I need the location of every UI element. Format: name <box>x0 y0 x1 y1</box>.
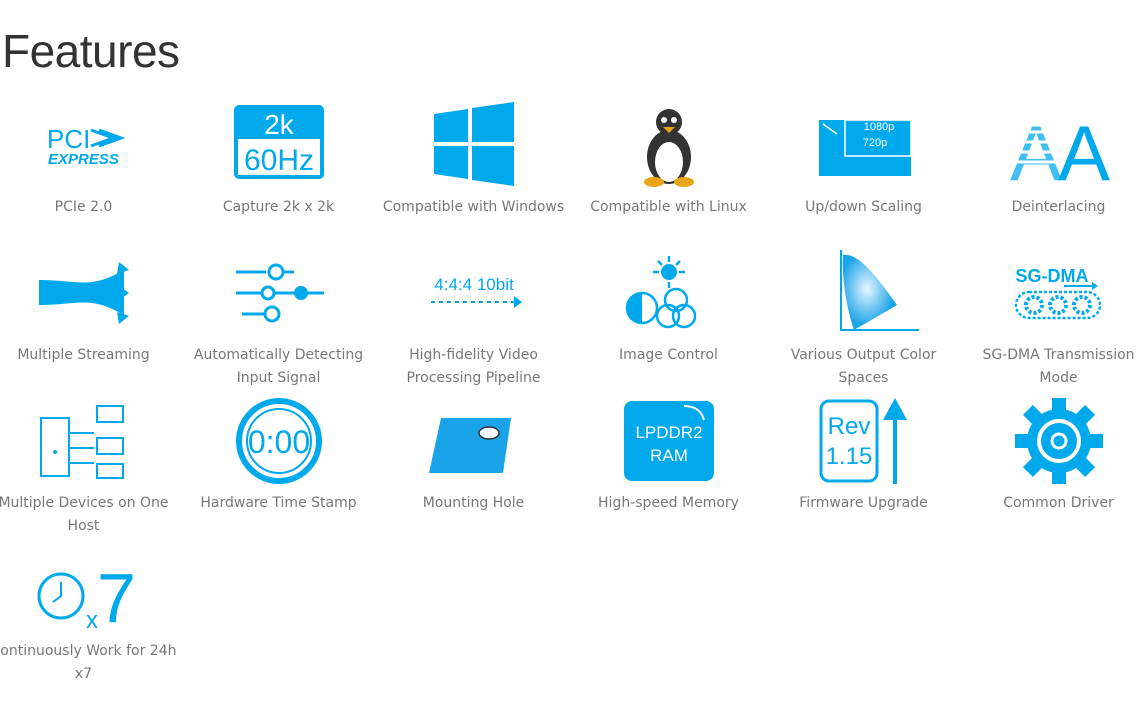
sg-dma-icon: SG-DMA <box>1014 266 1101 320</box>
feature-gear: Common Driver <box>961 398 1142 515</box>
feature-label: PCIe 2.0 <box>54 199 113 215</box>
feature-linux-penguin: Compatible with Linux <box>571 102 766 219</box>
feature-label: Capture 2k x 2k <box>222 199 335 215</box>
feature-mounting-hole: Mounting Hole <box>376 398 571 515</box>
svg-text:60Hz: 60Hz <box>243 144 313 177</box>
gear-icon <box>1014 398 1103 484</box>
feature-sg-dma: SG-DMA SG-DMA Transmission Mode <box>961 250 1142 390</box>
feature-label: SG-DMA Transmission Mode <box>982 347 1135 386</box>
windows-logo-icon <box>433 102 514 186</box>
feature-label: Deinterlacing <box>1011 199 1106 215</box>
multi-device-icon <box>39 405 124 479</box>
pci-express-logo-icon: PCIEXPRESS <box>47 124 125 168</box>
svg-text:A: A <box>1057 109 1109 188</box>
feature-label: Mounting Hole <box>422 495 525 511</box>
feature-firmware-upgrade: Rev 1.15 Firmware Upgrade <box>766 398 961 515</box>
feature-streaming-arrows: Multiple Streaming <box>0 250 181 367</box>
feature-label: Various Output Color Spaces <box>790 347 937 386</box>
clock-24x7-icon: x7 <box>37 559 136 632</box>
feature-multi-device: Multiple Devices on One Host <box>0 398 181 538</box>
feature-label: Common Driver <box>1003 495 1114 511</box>
feature-image-control: Image Control <box>571 250 766 367</box>
feature-deinterlacing: A A Deinterlacing <box>961 102 1142 219</box>
svg-text:Rev: Rev <box>827 413 870 440</box>
feature-scaling: 1080p 720p Up/down Scaling <box>766 102 961 219</box>
feature-label: Firmware Upgrade <box>799 495 928 511</box>
feature-pci-express-logo: PCI EXPRESS PCIe 2.0 <box>0 102 181 219</box>
memory-icon: LPDDR2 RAM <box>623 401 714 481</box>
feature-label: Compatible with Windows <box>382 199 565 215</box>
timestamp-icon: 0:00 <box>235 398 322 484</box>
color-gamut-icon <box>839 250 919 331</box>
svg-text:PCI: PCI <box>47 124 90 154</box>
scaling-icon: 1080p 720p <box>818 119 912 176</box>
streaming-arrows-icon <box>38 262 129 324</box>
svg-text:1080p: 1080p <box>863 121 894 133</box>
svg-text:2k: 2k <box>264 109 295 140</box>
feature-label: High-speed Memory <box>598 495 739 511</box>
svg-text:720p: 720p <box>862 137 886 149</box>
resolution-badge-icon: 2k 60Hz <box>233 105 324 179</box>
feature-label: Automatically Detecting Input Signal <box>193 347 364 386</box>
feature-memory: LPDDR2 RAM High-speed Memory <box>571 398 766 515</box>
feature-color-gamut: Various Output Color Spaces <box>766 250 961 390</box>
svg-text:7: 7 <box>97 559 136 632</box>
svg-text:4:4:4 10bit: 4:4:4 10bit <box>434 275 514 294</box>
feature-pipeline: 4:4:4 10bit High-fidelity Video Processin… <box>376 250 571 390</box>
mounting-hole-icon <box>428 418 511 473</box>
svg-text:RAM: RAM <box>650 446 688 465</box>
feature-timestamp: 0:00 Hardware Time Stamp <box>181 398 376 515</box>
feature-label: Image Control <box>619 347 718 363</box>
feature-windows-logo: Compatible with Windows <box>376 102 571 219</box>
feature-clock-24x7: x 7 Continuously Work for 24h x7 <box>0 546 181 686</box>
feature-label: Hardware Time Stamp <box>200 495 357 511</box>
page-title: Features <box>2 25 180 77</box>
feature-signal-detect: Automatically Detecting Input Signal <box>181 250 376 390</box>
deinterlacing-icon: AA <box>1008 109 1110 188</box>
svg-text:A: A <box>1009 109 1061 188</box>
linux-penguin-icon <box>643 109 694 187</box>
image-control-icon <box>625 256 696 329</box>
firmware-upgrade-icon: Rev 1.15 <box>819 398 907 484</box>
svg-text:EXPRESS: EXPRESS <box>48 151 119 168</box>
svg-text:SG-DMA: SG-DMA <box>1015 266 1088 286</box>
feature-label: Up/down Scaling <box>805 199 922 215</box>
svg-text:LPDDR2: LPDDR2 <box>635 423 702 442</box>
feature-label: Continuously Work for 24h x7 <box>0 643 177 682</box>
feature-label: Compatible with Linux <box>590 199 747 215</box>
svg-text:1.15: 1.15 <box>825 443 872 470</box>
signal-detect-icon <box>235 263 324 323</box>
pipeline-icon: 4:4:4 10bit <box>430 275 522 308</box>
feature-label: Multiple Streaming <box>17 347 150 363</box>
feature-label: High-fidelity Video Processing Pipeline <box>406 347 541 386</box>
svg-text:0:00: 0:00 <box>247 424 309 460</box>
feature-resolution-badge: 2k 60Hz Capture 2k x 2k <box>181 102 376 219</box>
feature-label: Multiple Devices on One Host <box>0 495 169 534</box>
